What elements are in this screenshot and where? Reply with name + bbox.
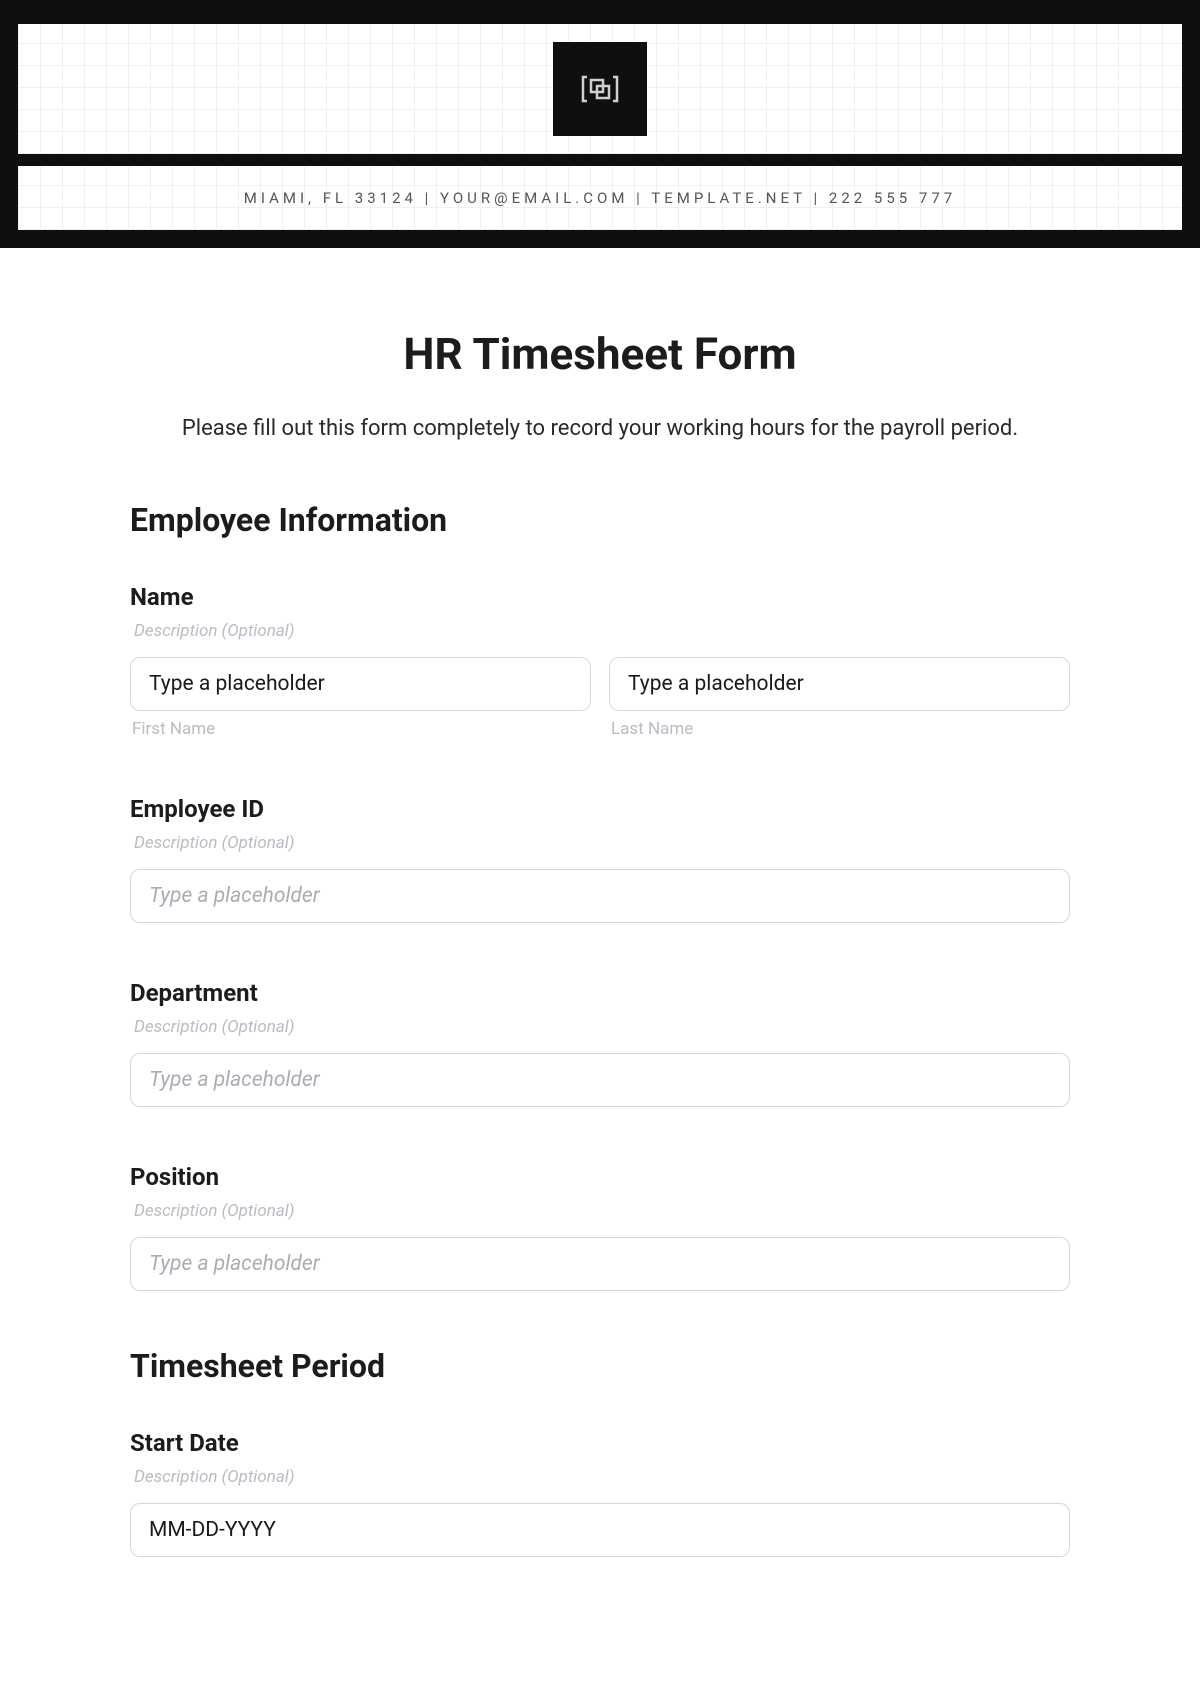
contact-text: MIAMI, FL 33124 | YOUR@EMAIL.COM | TEMPL… [244, 189, 956, 207]
field-name: Name Description (Optional) Type a place… [130, 583, 1070, 739]
position-input[interactable]: Type a placeholder [130, 1237, 1070, 1291]
first-name-sublabel: First Name [130, 719, 591, 739]
field-position: Position Description (Optional) Type a p… [130, 1163, 1070, 1291]
start-date-description: Description (Optional) [130, 1467, 1070, 1487]
start-date-input[interactable]: MM-DD-YYYY [130, 1503, 1070, 1557]
form-content: HR Timesheet Form Please fill out this f… [0, 248, 1200, 1597]
position-description: Description (Optional) [130, 1201, 1070, 1221]
employee-id-description: Description (Optional) [130, 833, 1070, 853]
employee-id-input[interactable]: Type a placeholder [130, 869, 1070, 923]
position-label: Position [130, 1163, 1070, 1191]
last-name-input[interactable]: Type a placeholder [609, 657, 1070, 711]
employee-id-label: Employee ID [130, 795, 1070, 823]
page-intro: Please fill out this form completely to … [130, 416, 1070, 441]
first-name-input[interactable]: Type a placeholder [130, 657, 591, 711]
logo-icon [580, 69, 620, 109]
start-date-label: Start Date [130, 1429, 1070, 1457]
department-label: Department [130, 979, 1070, 1007]
section-timesheet-period-heading: Timesheet Period [130, 1347, 1070, 1385]
field-start-date: Start Date Description (Optional) MM-DD-… [130, 1429, 1070, 1557]
last-name-sublabel: Last Name [609, 719, 1070, 739]
logo-box [553, 42, 647, 136]
name-description: Description (Optional) [130, 621, 1070, 641]
field-employee-id: Employee ID Description (Optional) Type … [130, 795, 1070, 923]
header-frame: MIAMI, FL 33124 | YOUR@EMAIL.COM | TEMPL… [0, 0, 1200, 248]
department-description: Description (Optional) [130, 1017, 1070, 1037]
page-title: HR Timesheet Form [130, 328, 1070, 380]
section-employee-info-heading: Employee Information [130, 501, 1070, 539]
contact-band: MIAMI, FL 33124 | YOUR@EMAIL.COM | TEMPL… [18, 166, 1182, 230]
name-label: Name [130, 583, 1070, 611]
logo-band [18, 24, 1182, 154]
department-input[interactable]: Type a placeholder [130, 1053, 1070, 1107]
field-department: Department Description (Optional) Type a… [130, 979, 1070, 1107]
